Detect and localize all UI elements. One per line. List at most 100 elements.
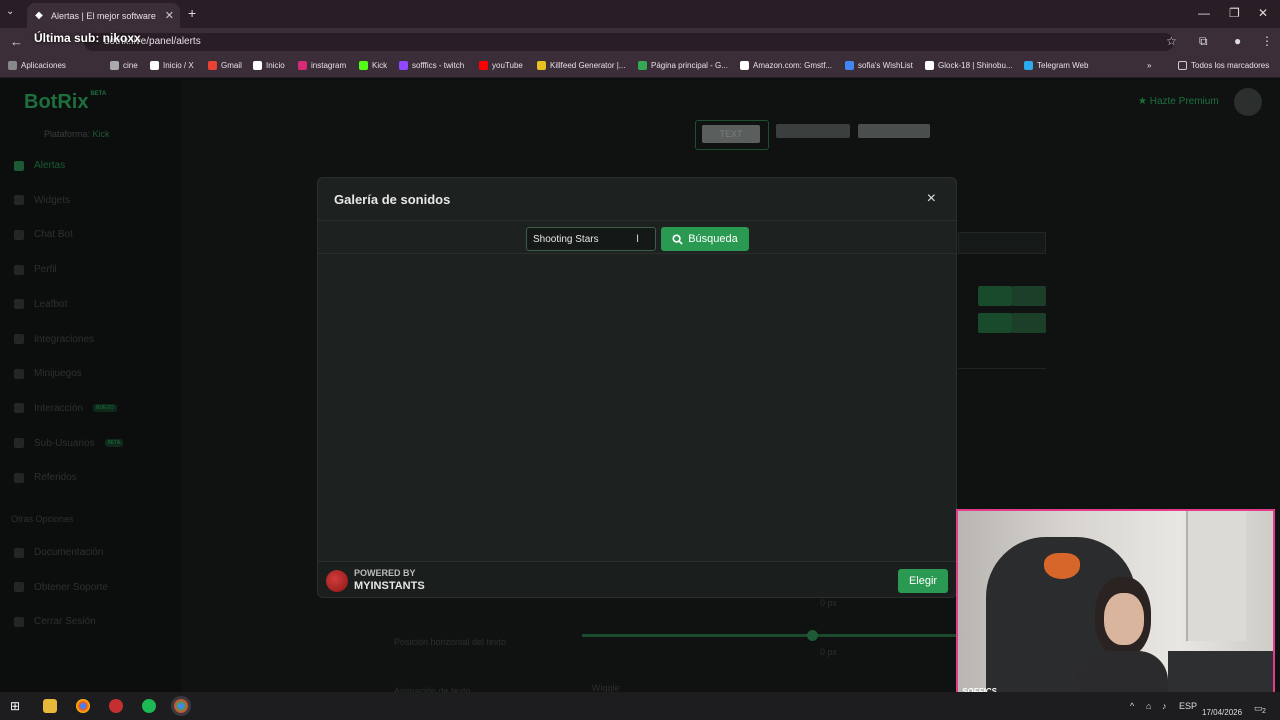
bookmark-youtube[interactable]: youTube <box>479 61 523 70</box>
sidebar-item[interactable]: Alertas <box>14 160 65 171</box>
address-bar[interactable] <box>84 33 1174 51</box>
menu-dots-icon[interactable]: ⋮ <box>1261 34 1273 48</box>
sidebar-item-icon <box>14 195 24 206</box>
sidebar-item-icon <box>14 403 24 414</box>
botrix-logo[interactable]: BotRix BETA <box>24 91 106 114</box>
bookmark-folder[interactable]: cine <box>110 61 138 70</box>
new-tab-icon[interactable]: + <box>188 5 196 21</box>
sidebar-badge: BETA <box>104 439 124 448</box>
steam-icon <box>925 61 934 70</box>
choose-button[interactable]: Elegir <box>898 569 948 593</box>
sidebar <box>0 80 182 692</box>
close-tab-icon[interactable]: ✕ <box>165 9 174 22</box>
search-button[interactable]: Búsqueda <box>661 227 749 251</box>
sidebar-item[interactable]: Integraciones <box>14 334 94 345</box>
sidebar-item[interactable]: Obtener Soporte <box>14 582 108 593</box>
youtube-icon <box>479 61 488 70</box>
bookmark-telegram[interactable]: Telegram Web <box>1024 61 1088 70</box>
browser-tab-active[interactable]: ◆ Alertas | El mejor software para ✕ <box>27 3 180 28</box>
sound-gallery-modal: Galería de sonidos × I Búsqueda POWERED … <box>317 177 957 598</box>
bookmark-apps[interactable]: Aplicaciones <box>8 61 66 70</box>
bg-slider-track <box>582 634 956 637</box>
x-icon <box>253 61 262 70</box>
sidebar-item[interactable]: Documentación <box>14 547 103 558</box>
user-avatar[interactable] <box>1234 88 1262 116</box>
bg-link-button <box>1012 286 1046 306</box>
sidebar-item-icon <box>14 472 24 483</box>
bookmark-x[interactable]: Inicio / X <box>150 61 194 70</box>
sidebar-item[interactable]: Minijuegos <box>14 368 82 379</box>
myinstants-brand[interactable]: MYINSTANTS <box>354 580 425 592</box>
webcam-overlay: SOFFICS <box>956 509 1275 702</box>
powered-by-label: POWERED BY <box>354 568 416 578</box>
bookmark-twitch[interactable]: sofffics - twitch <box>399 61 464 70</box>
platform-indicator: Plataforma: Kick <box>44 129 110 139</box>
twitch-icon <box>399 61 408 70</box>
bg-select <box>958 232 1046 254</box>
file-explorer-icon[interactable] <box>43 699 57 713</box>
sidebar-item-icon <box>14 616 24 627</box>
sidebar-item[interactable]: Interacción NUEVO <box>14 403 117 414</box>
more-bookmarks-icon[interactable]: » <box>1147 61 1151 70</box>
extensions-icon[interactable]: ⧉ <box>1199 34 1208 49</box>
tab-search-icon[interactable]: ⌄ <box>6 6 14 17</box>
sidebar-item[interactable]: Chat Bot <box>14 229 73 240</box>
sidebar-item[interactable]: Sub-Usuarios BETA <box>14 438 124 449</box>
amazon-icon <box>740 61 749 70</box>
language-indicator[interactable]: ESP <box>1179 701 1197 711</box>
bg-divider <box>958 368 1046 369</box>
windows-taskbar <box>0 692 1280 720</box>
sidebar-item-icon <box>14 547 24 558</box>
all-bookmarks-folder[interactable]: Todos los marcadores <box>1178 61 1269 70</box>
sidebar-item-icon <box>14 299 24 310</box>
windows-start-icon[interactable]: ⊞ <box>10 699 24 713</box>
bg-download-button <box>978 286 1012 306</box>
folder-icon <box>1178 61 1187 70</box>
bg-value-px: 0 px <box>820 598 838 608</box>
premium-link[interactable]: ★ Hazte Premium <box>1138 96 1219 107</box>
chrome-active-icon[interactable] <box>174 699 188 713</box>
bookmark-instagram[interactable]: instagram <box>298 61 346 70</box>
obs-icon[interactable] <box>109 699 123 713</box>
sidebar-item[interactable]: Leafbot <box>14 299 67 310</box>
telegram-icon <box>1024 61 1033 70</box>
chrome-icon[interactable] <box>76 699 90 713</box>
sidebar-item[interactable]: Widgets <box>14 195 70 206</box>
bookmark-drive[interactable]: Página principal - G... <box>638 61 728 70</box>
bookmark-gmail[interactable]: Gmail <box>208 61 242 70</box>
text-cursor-icon: I <box>636 233 640 245</box>
tab-title: Alertas | El mejor software para <box>51 10 159 21</box>
minimize-icon[interactable]: — <box>1198 6 1210 20</box>
streamer-face <box>1104 593 1144 645</box>
kick-icon <box>359 61 368 70</box>
bg-slider-knob <box>807 630 818 641</box>
bg-chip <box>858 124 930 138</box>
sidebar-heading-other: Otras Opciones <box>11 514 74 524</box>
bookmark-steam[interactable]: Glock-18 | Shinobu... <box>925 61 1013 70</box>
taskbar-date[interactable]: 17/04/2026 <box>1202 708 1242 717</box>
sidebar-item-icon <box>14 229 24 240</box>
bookmark-killfeed[interactable]: Killfeed Generator |... <box>537 61 625 70</box>
bookmark-wishlist[interactable]: sofia's WishList <box>845 61 913 70</box>
close-window-icon[interactable]: ✕ <box>1258 6 1268 20</box>
botrix-favicon-icon: ◆ <box>35 9 43 21</box>
restore-icon[interactable]: ❐ <box>1229 6 1240 20</box>
sidebar-item[interactable]: Referidos <box>14 472 77 483</box>
profile-icon[interactable]: ● <box>1234 34 1241 48</box>
tray-chevron-icon[interactable]: ^ <box>1130 701 1134 711</box>
bookmark-star-icon[interactable]: ☆ <box>1166 34 1177 48</box>
network-icon[interactable]: ⌂ <box>1146 701 1151 711</box>
spotify-icon[interactable] <box>142 699 156 713</box>
volume-icon[interactable]: ♪ <box>1162 701 1167 711</box>
instagram-icon <box>298 61 307 70</box>
back-arrow-icon[interactable]: ← <box>10 34 23 49</box>
bookmark-x[interactable]: Inicio <box>253 61 285 70</box>
sidebar-item-icon <box>14 368 24 379</box>
sidebar-item[interactable]: Perfil <box>14 264 57 275</box>
gmail-icon <box>208 61 217 70</box>
search-row: I Búsqueda <box>318 221 956 254</box>
bookmark-amazon[interactable]: Amazon.com: Gmstf... <box>740 61 832 70</box>
bookmark-kick[interactable]: Kick <box>359 61 387 70</box>
sidebar-item[interactable]: Cerrar Sesión <box>14 616 96 627</box>
close-icon[interactable]: × <box>927 190 936 208</box>
